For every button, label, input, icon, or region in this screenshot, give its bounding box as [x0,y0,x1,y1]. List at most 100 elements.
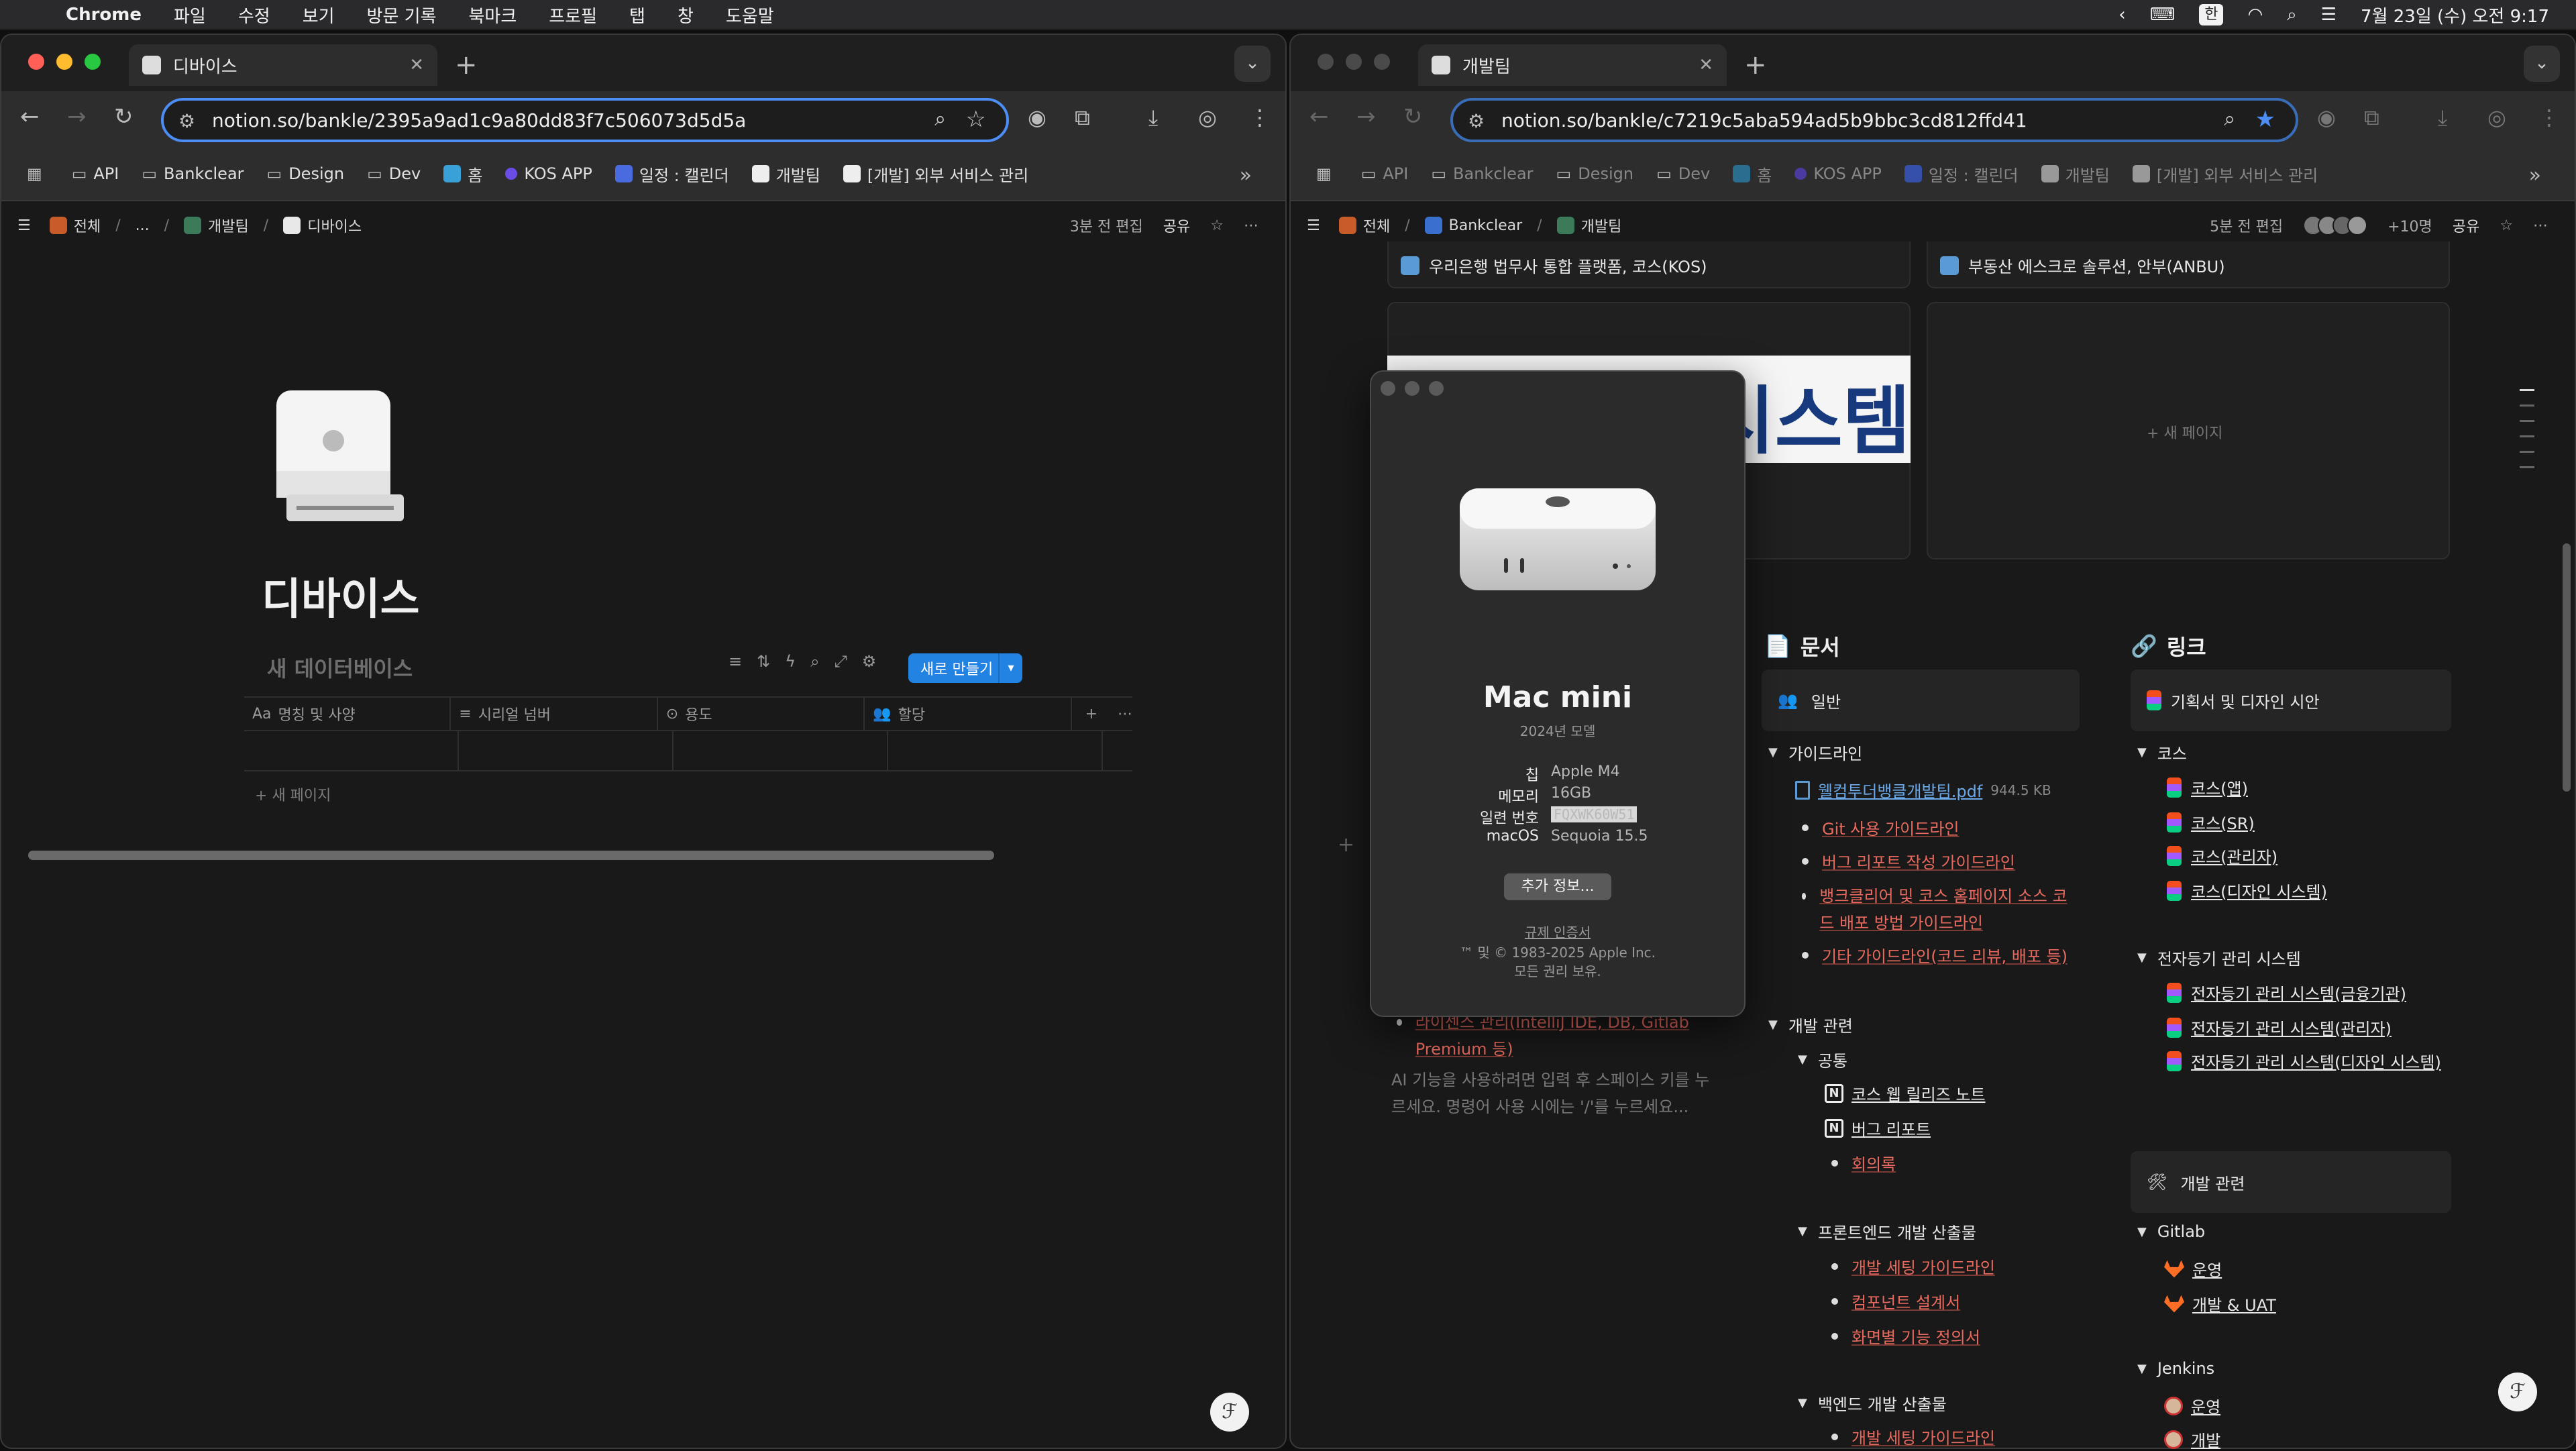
bookmark-star-filled-icon[interactable]: ★ [2255,106,2275,133]
callout-plan-design[interactable]: 기획서 및 디자인 시안 [2131,669,2451,731]
new-tab-button[interactable]: + [455,50,478,80]
toggle-jenkins[interactable]: ▼ Jenkins [2137,1359,2214,1378]
address-bar[interactable]: ⚙ notion.so/bankle/c7219c5aba594ad5b9bbc… [1450,98,2298,142]
tab-devices[interactable]: 디바이스 ✕ [129,44,437,86]
more-info-button[interactable]: 추가 정보... [1504,873,1611,900]
toggle-registry[interactable]: ▼ 전자등기 관리 시스템 [2137,946,2301,969]
gallery-new-page[interactable]: + 새 페이지 [2147,421,2222,443]
bookmark-dev-team[interactable]: 개발팀 [2041,162,2110,186]
bookmark-external-services[interactable]: [개발] 외부 서비스 관리 [843,162,1028,186]
close-window-button[interactable] [1318,54,1334,70]
bookmark-home[interactable]: 홈 [1733,162,1772,186]
card-title-anbu[interactable]: 부동산 에스크로 솔루션, 안부(ANBU) [1940,254,2225,277]
menu-help[interactable]: 도움말 [726,3,774,28]
toggle-open-icon[interactable]: ▼ [1798,1053,1807,1067]
favorite-star-icon[interactable]: ☆ [1210,217,1224,234]
breadcrumb-all[interactable]: 전체 [49,215,101,236]
database-title[interactable]: 새 데이터베이스 [267,652,413,683]
screenshot-extension-icon[interactable]: ◉ [2317,105,2336,130]
regulatory-certification-link[interactable]: 규제 인증서 [1371,922,1744,941]
zoom-window-button[interactable] [1429,381,1444,396]
breadcrumb-devices[interactable]: 디바이스 [283,215,362,236]
pdf-attachment[interactable]: 웰컴투더뱅클개발팀.pdf 944.5 KB [1795,778,2051,802]
bookmark-home[interactable]: 홈 [443,162,482,186]
download-icon[interactable]: ⤓ [2438,105,2447,131]
toggle-open-icon[interactable]: ▼ [1768,1018,1778,1032]
automation-icon[interactable]: ϟ [785,652,796,671]
zoom-window-button[interactable] [85,54,101,70]
menu-history[interactable]: 방문 기록 [367,3,437,28]
menu-window[interactable]: 창 [678,3,694,28]
bookmark-calendar[interactable]: 일정 : 캘린더 [614,162,729,186]
forward-icon[interactable]: → [1356,103,1376,130]
back-icon[interactable]: ← [20,103,40,130]
bookmark-external-services[interactable]: [개발] 외부 서비스 관리 [2132,162,2318,186]
profile-icon[interactable]: ◎ [2487,105,2506,130]
vertical-scrollbar[interactable] [2563,543,2571,792]
close-window-button[interactable] [1381,381,1395,396]
breadcrumb-bankclear[interactable]: Bankclear [1424,217,1522,234]
add-new-page-row[interactable]: + 새 페이지 [255,784,331,805]
zoom-icon[interactable]: ⌕ [2224,107,2235,131]
bookmark-kos-app[interactable]: KOS APP [1794,164,1882,183]
tab-dev-team[interactable]: 개발팀 ✕ [1418,44,1727,86]
expand-icon[interactable]: ⤢ [835,652,847,671]
minimize-window-button[interactable] [1405,381,1419,396]
toggle-open-icon[interactable]: ▼ [1768,745,1778,759]
breadcrumb-dev-team[interactable]: 개발팀 [184,215,249,236]
more-menu-icon[interactable]: ⋮ [1249,105,1271,130]
control-center-icon[interactable]: ☰ [2321,5,2337,25]
breadcrumb-dev-team[interactable]: 개발팀 [1556,215,1621,236]
sort-icon[interactable]: ⇅ [757,652,770,671]
column-serial[interactable]: ≡ 시리얼 넘버 [451,698,658,730]
site-info-icon[interactable]: ⚙ [1468,110,1485,132]
bookmark-dev-team[interactable]: 개발팀 [751,162,820,186]
menu-edit[interactable]: 수정 [238,3,270,28]
menu-file[interactable]: 파일 [174,3,206,28]
add-property-icon[interactable]: + [1085,706,1097,722]
bookmark-folder-bankclear[interactable]: ▭ Bankclear [1431,164,1533,183]
more-options-icon[interactable]: ⋯ [1118,706,1132,722]
close-window-button[interactable] [28,54,44,70]
tab-search-button[interactable]: ⌄ [1234,46,1271,82]
chevron-down-icon[interactable]: ▾ [998,653,1022,683]
back-icon[interactable]: ← [1309,103,1329,130]
toggle-frontend[interactable]: ▼ 프론트엔드 개발 산출물 [1798,1220,1976,1243]
collaborator-avatars[interactable] [2303,215,2368,235]
sidebar-toggle-icon[interactable]: ☰ [17,217,31,234]
breadcrumb-ellipsis[interactable]: ... [136,217,150,234]
filter-icon[interactable]: ≡ [729,652,742,671]
toggle-kos[interactable]: ▼ 코스 [2137,741,2187,764]
sidebar-toggle-icon[interactable]: ☰ [1307,217,1320,234]
bookmark-calendar[interactable]: 일정 : 캘린더 [1904,162,2019,186]
settings-icon[interactable]: ⚙ [862,652,877,671]
reload-icon[interactable]: ↻ [114,103,133,130]
notion-ai-icon[interactable]: ℱ [1210,1393,1249,1432]
menu-profiles[interactable]: 프로필 [549,3,597,28]
bookmark-kos-app[interactable]: KOS APP [505,164,592,183]
wifi-icon[interactable]: ◠ [2247,5,2263,25]
forward-icon[interactable]: → [67,103,87,130]
bookmarks-overflow-icon[interactable]: » [1240,164,1252,187]
ai-placeholder-text[interactable]: AI 기능을 사용하려면 입력 후 스페이스 키를 누르세요. 명령어 사용 시… [1391,1067,1713,1120]
breadcrumb-all[interactable]: 전체 [1338,215,1390,236]
toggle-gitlab[interactable]: ▼ Gitlab [2137,1222,2205,1241]
more-options-icon[interactable]: ⋯ [1244,217,1258,234]
license-link[interactable]: 라이센스 관리(IntelliJ IDE, DB, Gitlab Premium… [1415,1009,1705,1063]
zoom-window-button[interactable] [1374,54,1390,70]
tab-search-button[interactable]: ⌄ [2524,46,2560,82]
more-options-icon[interactable]: ⋯ [2533,217,2548,234]
toggle-open-icon[interactable]: ▼ [2137,951,2147,965]
more-menu-icon[interactable]: ⋮ [2538,105,2560,130]
new-entry-button[interactable]: 새로 만들기 ▾ [908,653,1022,683]
callout-general[interactable]: 👥 일반 [1762,669,2080,731]
address-bar[interactable]: ⚙ notion.so/bankle/2395a9ad1c9a80dd83f7c… [161,98,1009,142]
site-info-icon[interactable]: ⚙ [178,110,195,132]
bookmark-star-icon[interactable]: ☆ [966,106,986,133]
toggle-open-icon[interactable]: ▼ [2137,745,2147,759]
menu-app-name[interactable]: Chrome [66,5,142,25]
page-title[interactable]: 디바이스 [262,565,420,627]
toggle-guidelines[interactable]: ▼ 가이드라인 [1768,741,1862,764]
reload-icon[interactable]: ↻ [1403,103,1423,130]
share-button[interactable]: 공유 [2453,215,2479,236]
